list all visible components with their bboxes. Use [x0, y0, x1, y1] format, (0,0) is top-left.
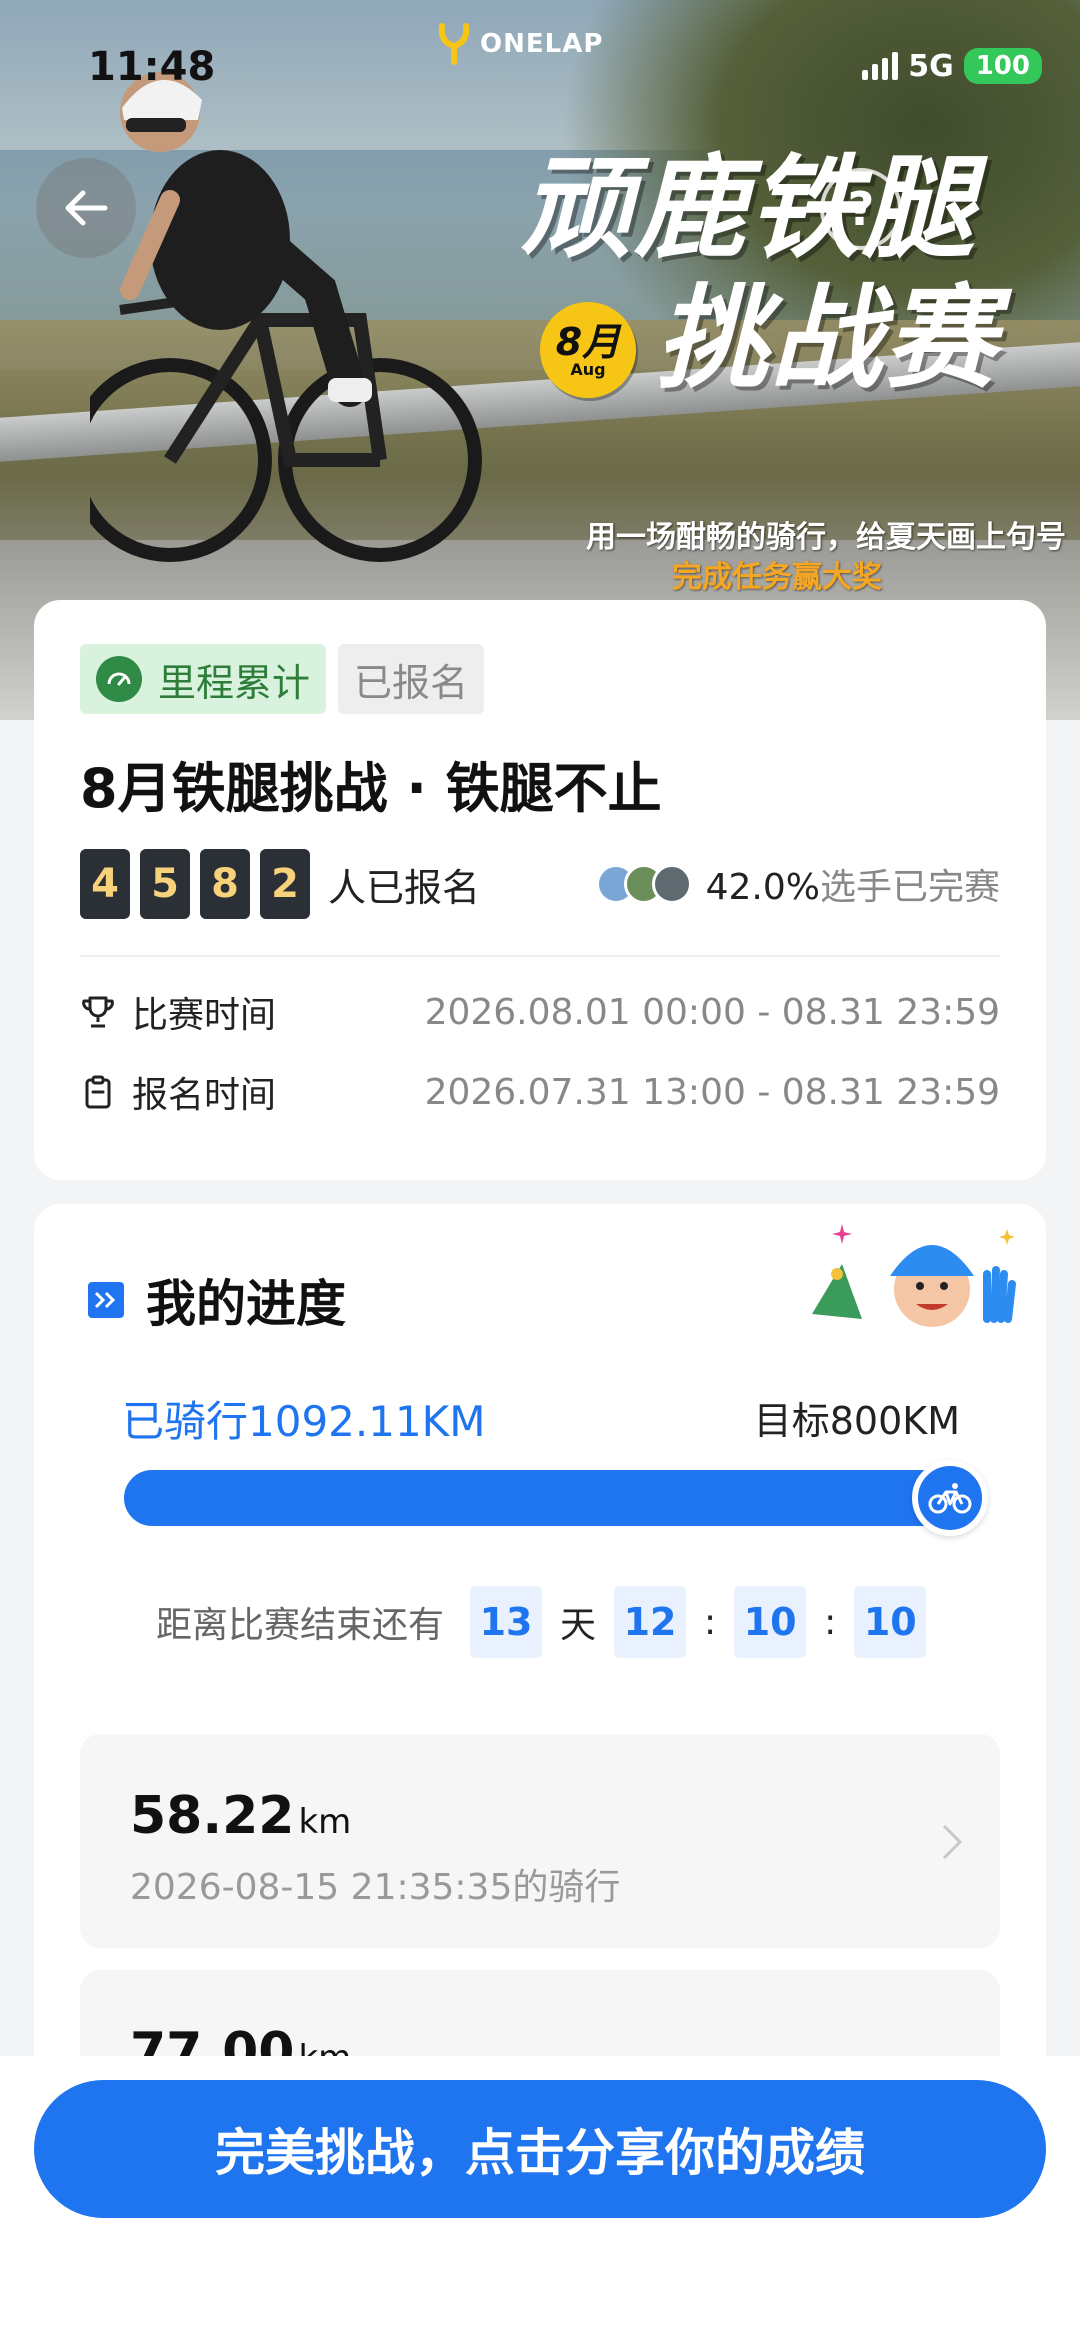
progress-title: 我的进度	[146, 1275, 346, 1333]
countdown-days-unit: 天	[560, 1605, 597, 1646]
avatar	[651, 864, 692, 904]
month-badge: 8月 Aug	[540, 302, 636, 398]
countdown-label: 距离比赛结束还有	[156, 1605, 445, 1646]
speedometer-icon	[96, 656, 142, 702]
signup-count: 4 5 8 2 人已报名	[80, 849, 480, 919]
question-icon: ?	[847, 182, 875, 236]
antler-logo-icon	[438, 23, 470, 65]
tag-mileage-label: 里程累计	[158, 660, 311, 705]
ride-distance-value: 58.22	[130, 1786, 295, 1846]
month-badge-en: Aug	[570, 360, 606, 379]
signup-time-row: 报名时间 2026.07.31 13:00 - 08.31 23:59	[80, 1067, 1000, 1117]
signup-time-label: 报名时间	[132, 1075, 277, 1116]
event-title: 8月铁腿挑战 · 铁腿不止	[80, 757, 662, 820]
cyclist-image	[90, 72, 482, 562]
signup-digit: 4	[80, 849, 130, 919]
month-badge-text: 8月	[555, 320, 621, 364]
signup-time-value: 2026.07.31 13:00 - 08.31 23:59	[424, 1071, 1000, 1113]
chevron-right-icon	[942, 1824, 963, 1860]
network-type: 5G	[908, 48, 954, 84]
signal-icon	[862, 52, 899, 80]
progress-knob	[912, 1460, 988, 1536]
countdown-hours: 12	[614, 1586, 687, 1658]
countdown-minutes: 10	[734, 1586, 807, 1658]
mascot-illustration	[812, 1224, 1016, 1327]
signup-label: 人已报名	[328, 865, 481, 910]
back-button[interactable]	[36, 158, 136, 258]
stats-row: 4 5 8 2 人已报名 42.0%选手已完赛	[80, 849, 1000, 919]
event-tags: 里程累计 已报名	[80, 644, 1000, 714]
countdown-separator: :	[704, 1601, 717, 1643]
countdown-separator: :	[824, 1601, 837, 1643]
arrow-left-icon	[65, 190, 108, 226]
trophy-icon	[82, 996, 114, 1028]
finish-stats[interactable]: 42.0%选手已完赛	[595, 858, 1000, 910]
share-button[interactable]: 完美挑战，点击分享你的成绩	[34, 2080, 1046, 2218]
finisher-avatars	[595, 864, 692, 904]
tag-signed-up: 已报名	[338, 644, 485, 714]
goal-distance: 目标800KM	[753, 1399, 960, 1443]
race-time-value: 2026.08.01 00:00 - 08.31 23:59	[424, 991, 1000, 1033]
battery-indicator: 100	[963, 48, 1042, 84]
race-time-row: 比赛时间 2026.08.01 00:00 - 08.31 23:59	[80, 987, 1000, 1037]
countdown-days: 13	[470, 1586, 543, 1658]
signup-digit: 8	[200, 849, 250, 919]
brand-name: ONELAP	[480, 29, 604, 59]
hero-slogan: 用一场酣畅的骑行，给夏天画上句号	[586, 520, 1066, 555]
progress-bar	[124, 1470, 950, 1526]
countdown-seconds: 10	[854, 1586, 927, 1658]
progress-header: 我的进度	[88, 1264, 346, 1336]
status-time: 11:48	[88, 44, 216, 90]
tag-mileage: 里程累计	[80, 644, 327, 714]
status-indicators: 5G 100	[862, 48, 1042, 84]
double-chevron-icon	[88, 1282, 124, 1318]
bicycle-icon	[928, 1483, 972, 1514]
ridden-distance: 已骑行1092.11KM	[122, 1397, 486, 1446]
progress-bar-fill	[124, 1470, 950, 1526]
hero-title-line2: 挑战赛	[656, 274, 998, 404]
countdown: 距离比赛结束还有 13 天 12 : 10 : 10	[156, 1586, 927, 1658]
ride-distance-unit: km	[298, 1802, 352, 1842]
finish-percent: 42.0%	[705, 867, 820, 908]
signup-digit: 5	[140, 849, 190, 919]
event-info-card: 里程累计 已报名 8月铁腿挑战 · 铁腿不止 4 5 8 2 人已报名 42.0…	[34, 600, 1046, 1180]
help-button[interactable]: ?	[820, 168, 902, 250]
divider	[80, 955, 1000, 957]
race-time-label: 比赛时间	[132, 995, 277, 1036]
finish-label: 选手已完赛	[819, 867, 1000, 908]
onelap-logo: ONELAP	[436, 22, 603, 66]
clipboard-icon	[85, 1075, 111, 1109]
ride-distance: 58.22 km	[130, 1786, 351, 1846]
hero-slogan-prize: 完成任务赢大奖	[672, 560, 882, 595]
signup-digit: 2	[260, 849, 310, 919]
ride-date: 2026-08-15 21:35:35的骑行	[130, 1867, 621, 1908]
ride-list-item[interactable]: 58.22 km 2026-08-15 21:35:35的骑行	[80, 1734, 1000, 1948]
